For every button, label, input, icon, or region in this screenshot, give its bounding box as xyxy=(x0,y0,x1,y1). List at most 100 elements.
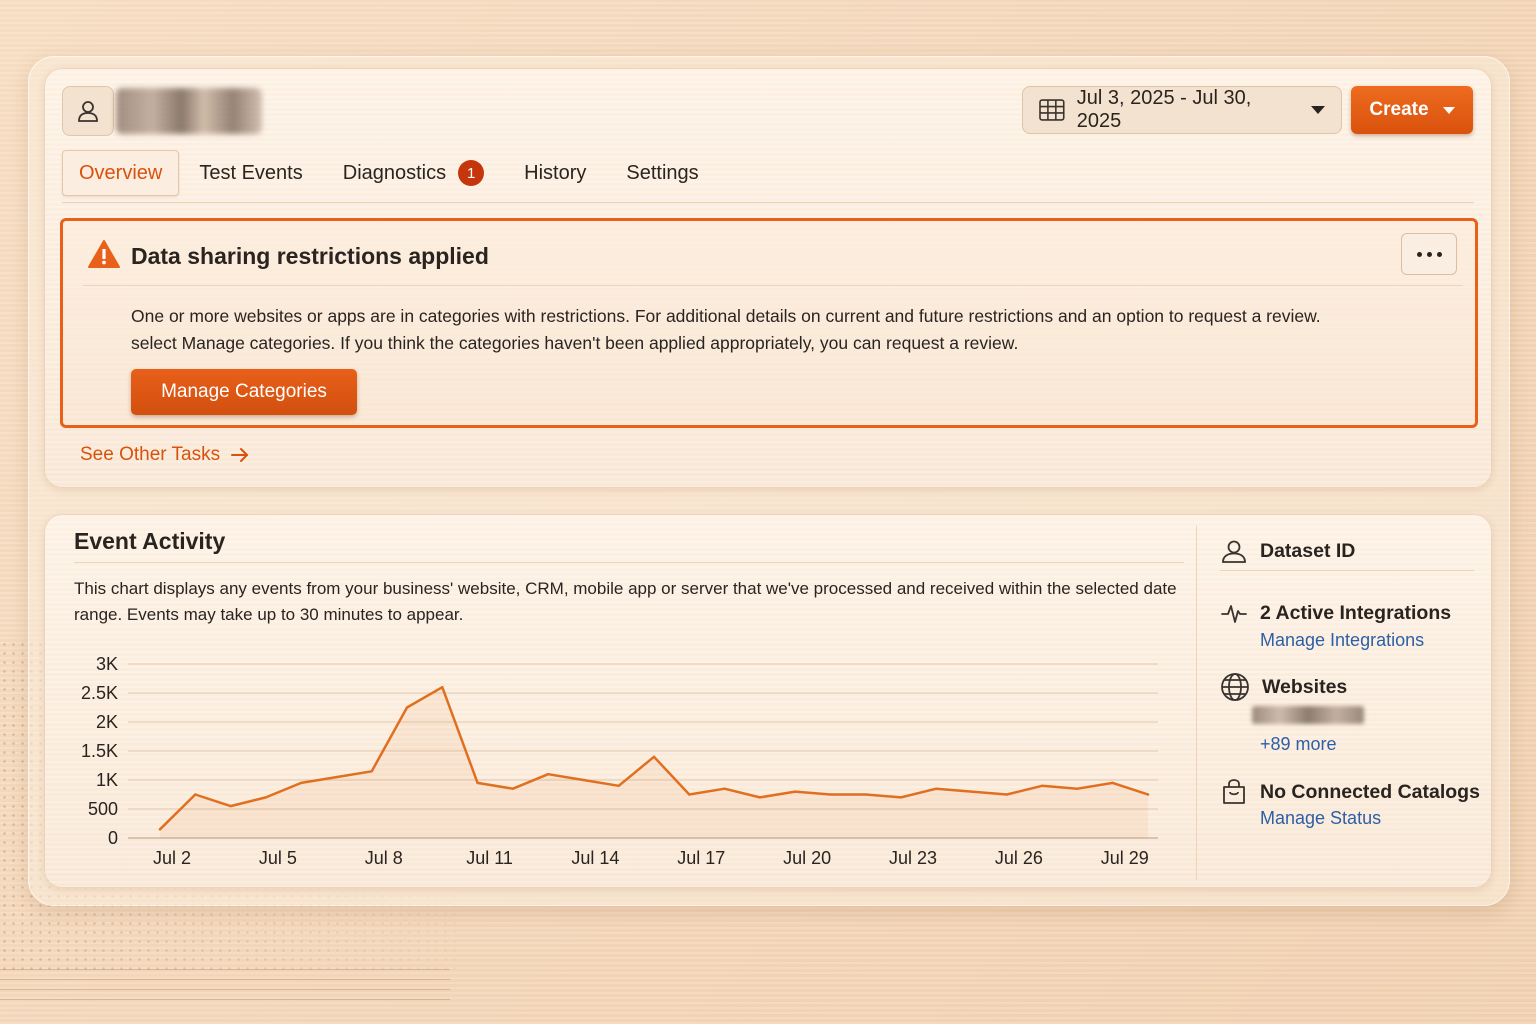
shopping-bag-icon xyxy=(1223,779,1245,804)
manage-categories-button[interactable]: Manage Categories xyxy=(131,369,357,415)
side-divider xyxy=(1220,570,1474,571)
x-tick-label: Jul 8 xyxy=(365,848,403,868)
tab-bar: Overview Test Events Diagnostics 1 Histo… xyxy=(62,150,719,196)
data-point xyxy=(970,790,973,793)
data-point xyxy=(405,706,409,709)
data-point xyxy=(793,790,797,793)
more-dot xyxy=(1436,251,1442,257)
tab-test-events[interactable]: Test Events xyxy=(179,150,322,196)
warning-icon xyxy=(88,240,120,268)
activity-pulse-icon xyxy=(1221,605,1247,623)
user-icon xyxy=(78,101,98,122)
tab-settings[interactable]: Settings xyxy=(606,150,718,196)
blurred-website xyxy=(1252,706,1364,724)
x-tick-label: Jul 2 xyxy=(153,848,191,868)
restrictions-alert: Data sharing restrictions applied One or… xyxy=(60,218,1478,428)
catalogs-row: No Connected Catalogs xyxy=(1220,778,1480,806)
alert-body-line: select Manage categories. If you think t… xyxy=(131,333,1019,353)
panel-divider xyxy=(1196,526,1197,880)
globe-icon xyxy=(1221,673,1249,701)
data-point xyxy=(476,781,479,785)
catalogs-label: No Connected Catalogs xyxy=(1260,780,1480,803)
chevron-down-icon xyxy=(1311,106,1325,114)
data-point xyxy=(758,796,762,799)
more-options-button[interactable] xyxy=(1401,233,1457,275)
data-point xyxy=(335,775,338,779)
event-activity-title: Event Activity xyxy=(74,528,226,554)
tab-label: History xyxy=(524,161,587,184)
event-activity-divider xyxy=(74,562,1184,563)
x-tick-label: Jul 5 xyxy=(259,848,297,868)
data-point xyxy=(1076,787,1079,790)
data-point xyxy=(441,686,444,689)
chevron-down-icon xyxy=(1442,106,1455,114)
data-point xyxy=(229,804,232,808)
alert-body: One or more websites or apps are in cate… xyxy=(131,303,1391,357)
tab-label: Test Events xyxy=(199,161,303,184)
alert-divider xyxy=(83,285,1463,286)
y-tick-label: 3K xyxy=(96,654,118,674)
tab-diagnostics[interactable]: Diagnostics 1 xyxy=(323,150,504,196)
tab-history[interactable]: History xyxy=(504,150,606,196)
data-point xyxy=(546,773,550,776)
series-area xyxy=(160,687,1148,838)
data-point xyxy=(511,787,515,790)
alert-body-line: One or more websites or apps are in cate… xyxy=(131,306,1321,326)
data-point xyxy=(1111,781,1114,785)
dataset-id-row: Dataset ID xyxy=(1220,538,1355,564)
data-point xyxy=(1040,784,1044,787)
blurred-dataset-name xyxy=(116,88,262,134)
x-tick-label: Jul 17 xyxy=(677,848,725,868)
alert-title: Data sharing restrictions applied xyxy=(131,243,489,269)
see-other-tasks-link[interactable]: See Other Tasks xyxy=(80,444,250,466)
y-tick-label: 1.5K xyxy=(81,741,118,761)
x-tick-label: Jul 26 xyxy=(995,848,1043,868)
chart-svg: 0 500 1K 1.5K 2K 2.5K 3K Jul 2 Jul 5 Jul 8 Jul 11 J… xyxy=(81,654,1158,868)
data-point xyxy=(864,793,867,796)
x-tick-label: Jul 29 xyxy=(1101,848,1149,868)
data-point xyxy=(264,796,268,799)
data-point xyxy=(688,793,691,796)
websites-row: Websites xyxy=(1220,672,1347,702)
tab-overview[interactable]: Overview xyxy=(62,150,180,196)
dataset-avatar[interactable] xyxy=(62,86,114,136)
y-tick-label: 500 xyxy=(88,799,118,819)
manage-integrations-link[interactable]: Manage Integrations xyxy=(1260,630,1424,651)
tab-label: Settings xyxy=(626,161,699,184)
dataset-id-label: Dataset ID xyxy=(1260,539,1356,562)
data-point xyxy=(194,793,197,796)
data-point xyxy=(723,787,726,790)
data-point xyxy=(582,778,585,782)
integrations-label: 2 Active Integrations xyxy=(1260,601,1452,624)
data-point xyxy=(1005,793,1009,796)
data-point xyxy=(652,755,656,758)
x-tick-label: Jul 14 xyxy=(571,848,619,868)
data-point xyxy=(370,770,373,773)
y-tick-label: 2K xyxy=(96,712,118,732)
diagnostics-count-badge: 1 xyxy=(458,160,485,186)
websites-label: Websites xyxy=(1262,675,1348,698)
event-activity-chart: 0 500 1K 1.5K 2K 2.5K 3K Jul 2 Jul 5 Jul 8 Jul 11 J… xyxy=(70,646,1180,878)
create-button[interactable]: Create xyxy=(1351,86,1473,134)
arrow-right-icon xyxy=(231,448,249,462)
data-point xyxy=(899,796,903,799)
y-tick-label: 2.5K xyxy=(81,683,118,703)
data-point xyxy=(158,828,162,831)
tab-label: Overview xyxy=(79,161,163,184)
create-button-label: Create xyxy=(1369,99,1429,120)
tab-label: Diagnostics xyxy=(342,161,447,184)
more-dot xyxy=(1426,251,1432,257)
manage-status-link[interactable]: Manage Status xyxy=(1260,808,1381,829)
date-range-picker[interactable]: Jul 3, 2025 - Jul 30, 2025 xyxy=(1022,86,1342,134)
more-websites-link[interactable]: +89 more xyxy=(1260,734,1337,755)
calendar-grid-icon xyxy=(1039,99,1065,121)
x-tick-label: Jul 20 xyxy=(783,848,831,868)
date-range-text: Jul 3, 2025 - Jul 30, 2025 xyxy=(1076,87,1252,132)
background-lines xyxy=(0,960,450,1000)
data-point xyxy=(299,781,303,785)
x-tick-label: Jul 11 xyxy=(466,848,513,868)
data-point xyxy=(617,784,620,787)
user-icon xyxy=(1222,540,1246,563)
x-tick-label: Jul 23 xyxy=(889,848,937,868)
tab-divider xyxy=(62,202,1474,203)
